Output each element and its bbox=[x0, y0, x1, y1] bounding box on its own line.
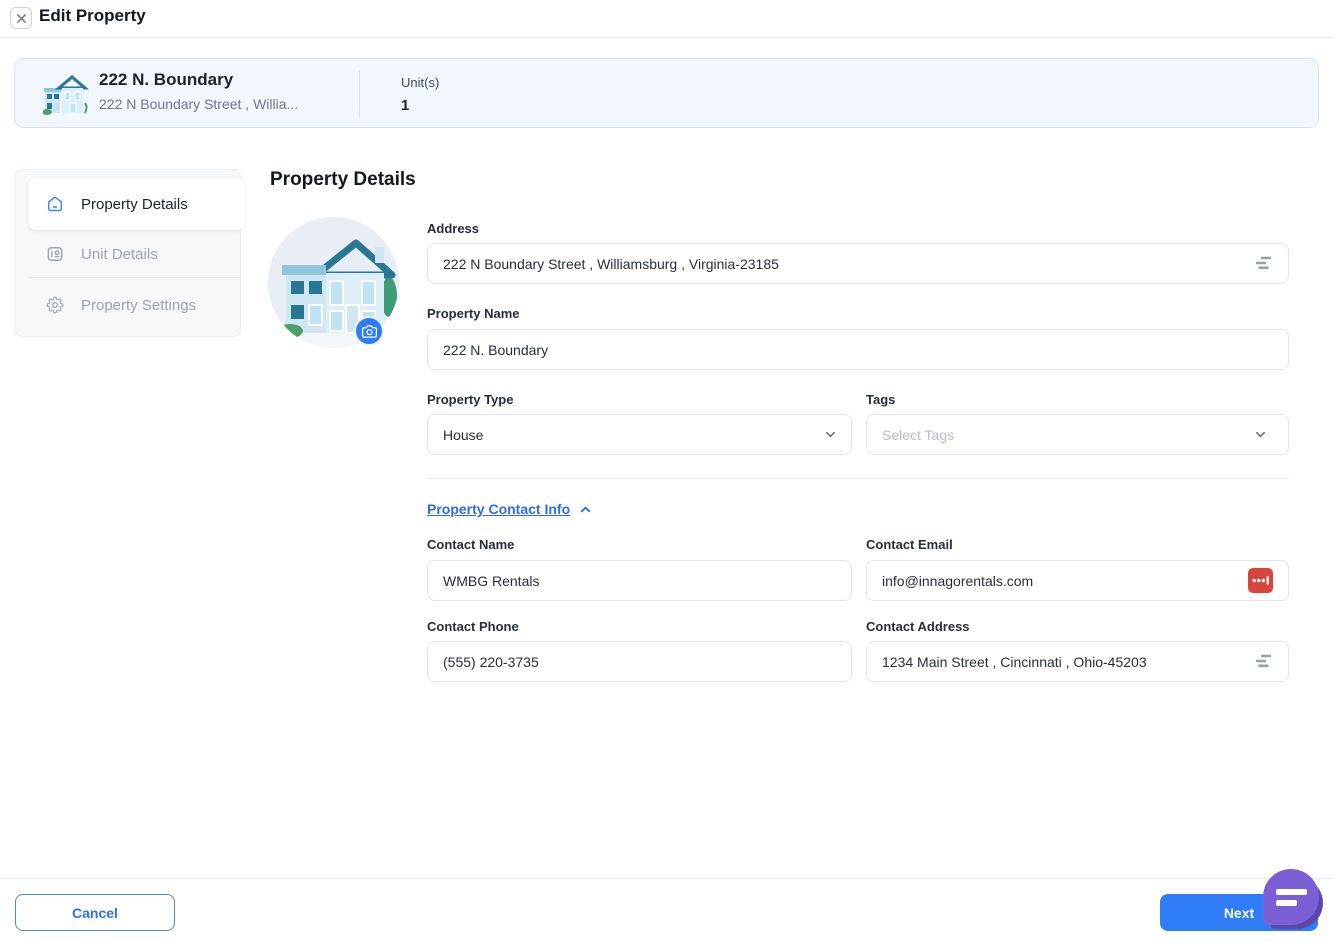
contact-phone-input[interactable] bbox=[427, 641, 852, 682]
property-name-input[interactable] bbox=[427, 329, 1289, 370]
camera-icon bbox=[361, 324, 377, 338]
unit-icon bbox=[47, 247, 63, 261]
chat-bubble-icon bbox=[1276, 900, 1297, 906]
edit-property-page: Edit Property 222 N. Boundary 222 N Boun… bbox=[0, 0, 1333, 943]
property-summary-bar: 222 N. Boundary 222 N Boundary Street , … bbox=[14, 58, 1319, 128]
page-header: Edit Property bbox=[0, 0, 1333, 38]
summary-property-name: 222 N. Boundary bbox=[99, 70, 234, 89]
contact-address-input[interactable] bbox=[866, 641, 1289, 682]
address-input[interactable] bbox=[427, 243, 1289, 284]
footer-divider bbox=[0, 878, 1333, 879]
change-photo-button[interactable] bbox=[354, 316, 384, 346]
contact-phone-label: Contact Phone bbox=[427, 619, 519, 634]
address-lines-icon[interactable] bbox=[1252, 251, 1276, 275]
chevron-up-icon bbox=[580, 506, 591, 512]
close-icon bbox=[16, 13, 26, 23]
summary-divider bbox=[359, 71, 360, 117]
property-type-label: Property Type bbox=[427, 392, 514, 407]
units-label: Unit(s) bbox=[401, 75, 440, 90]
section-divider bbox=[427, 478, 1289, 479]
sidebar-item-property-details[interactable]: Property Details bbox=[28, 178, 245, 230]
home-icon bbox=[48, 196, 62, 212]
property-name-label: Property Name bbox=[427, 306, 520, 321]
address-label: Address bbox=[427, 221, 480, 236]
chevron-down-icon bbox=[823, 427, 838, 442]
sidebar-item-unit-details[interactable]: Unit Details bbox=[15, 230, 240, 278]
property-type-select[interactable] bbox=[427, 414, 852, 455]
units-value: 1 bbox=[401, 97, 410, 114]
property-contact-info-label: Property Contact Info bbox=[427, 501, 571, 517]
chat-bubble-icon bbox=[1276, 889, 1307, 895]
property-house-icon bbox=[43, 75, 89, 115]
summary-property-address: 222 N Boundary Street , Willia... bbox=[99, 96, 299, 112]
password-manager-extension-icon[interactable] bbox=[1248, 568, 1273, 593]
contact-email-label: Contact Email bbox=[866, 537, 953, 552]
sidebar-item-property-settings[interactable]: Property Settings bbox=[15, 278, 240, 332]
cancel-button[interactable]: Cancel bbox=[15, 894, 175, 931]
close-button[interactable] bbox=[10, 7, 32, 29]
sidebar-item-label: Property Details bbox=[81, 195, 188, 213]
sidebar-item-label: Property Settings bbox=[81, 296, 197, 314]
edit-property-sidebar: Property Details Unit Details Property S… bbox=[14, 169, 245, 337]
page-title: Edit Property bbox=[39, 6, 146, 25]
address-lines-icon[interactable] bbox=[1252, 649, 1276, 673]
chat-widget-button[interactable] bbox=[1263, 869, 1319, 925]
sidebar-item-label: Unit Details bbox=[81, 245, 158, 263]
gear-icon bbox=[46, 296, 64, 314]
tags-select[interactable] bbox=[866, 414, 1289, 455]
contact-address-label: Contact Address bbox=[866, 619, 970, 634]
contact-name-input[interactable] bbox=[427, 560, 852, 601]
property-contact-info-toggle[interactable]: Property Contact Info bbox=[427, 501, 593, 517]
section-title: Property Details bbox=[270, 169, 416, 190]
contact-name-label: Contact Name bbox=[427, 537, 515, 552]
tags-label: Tags bbox=[866, 392, 896, 407]
contact-email-input[interactable] bbox=[866, 560, 1289, 601]
chevron-down-icon bbox=[1253, 427, 1268, 442]
